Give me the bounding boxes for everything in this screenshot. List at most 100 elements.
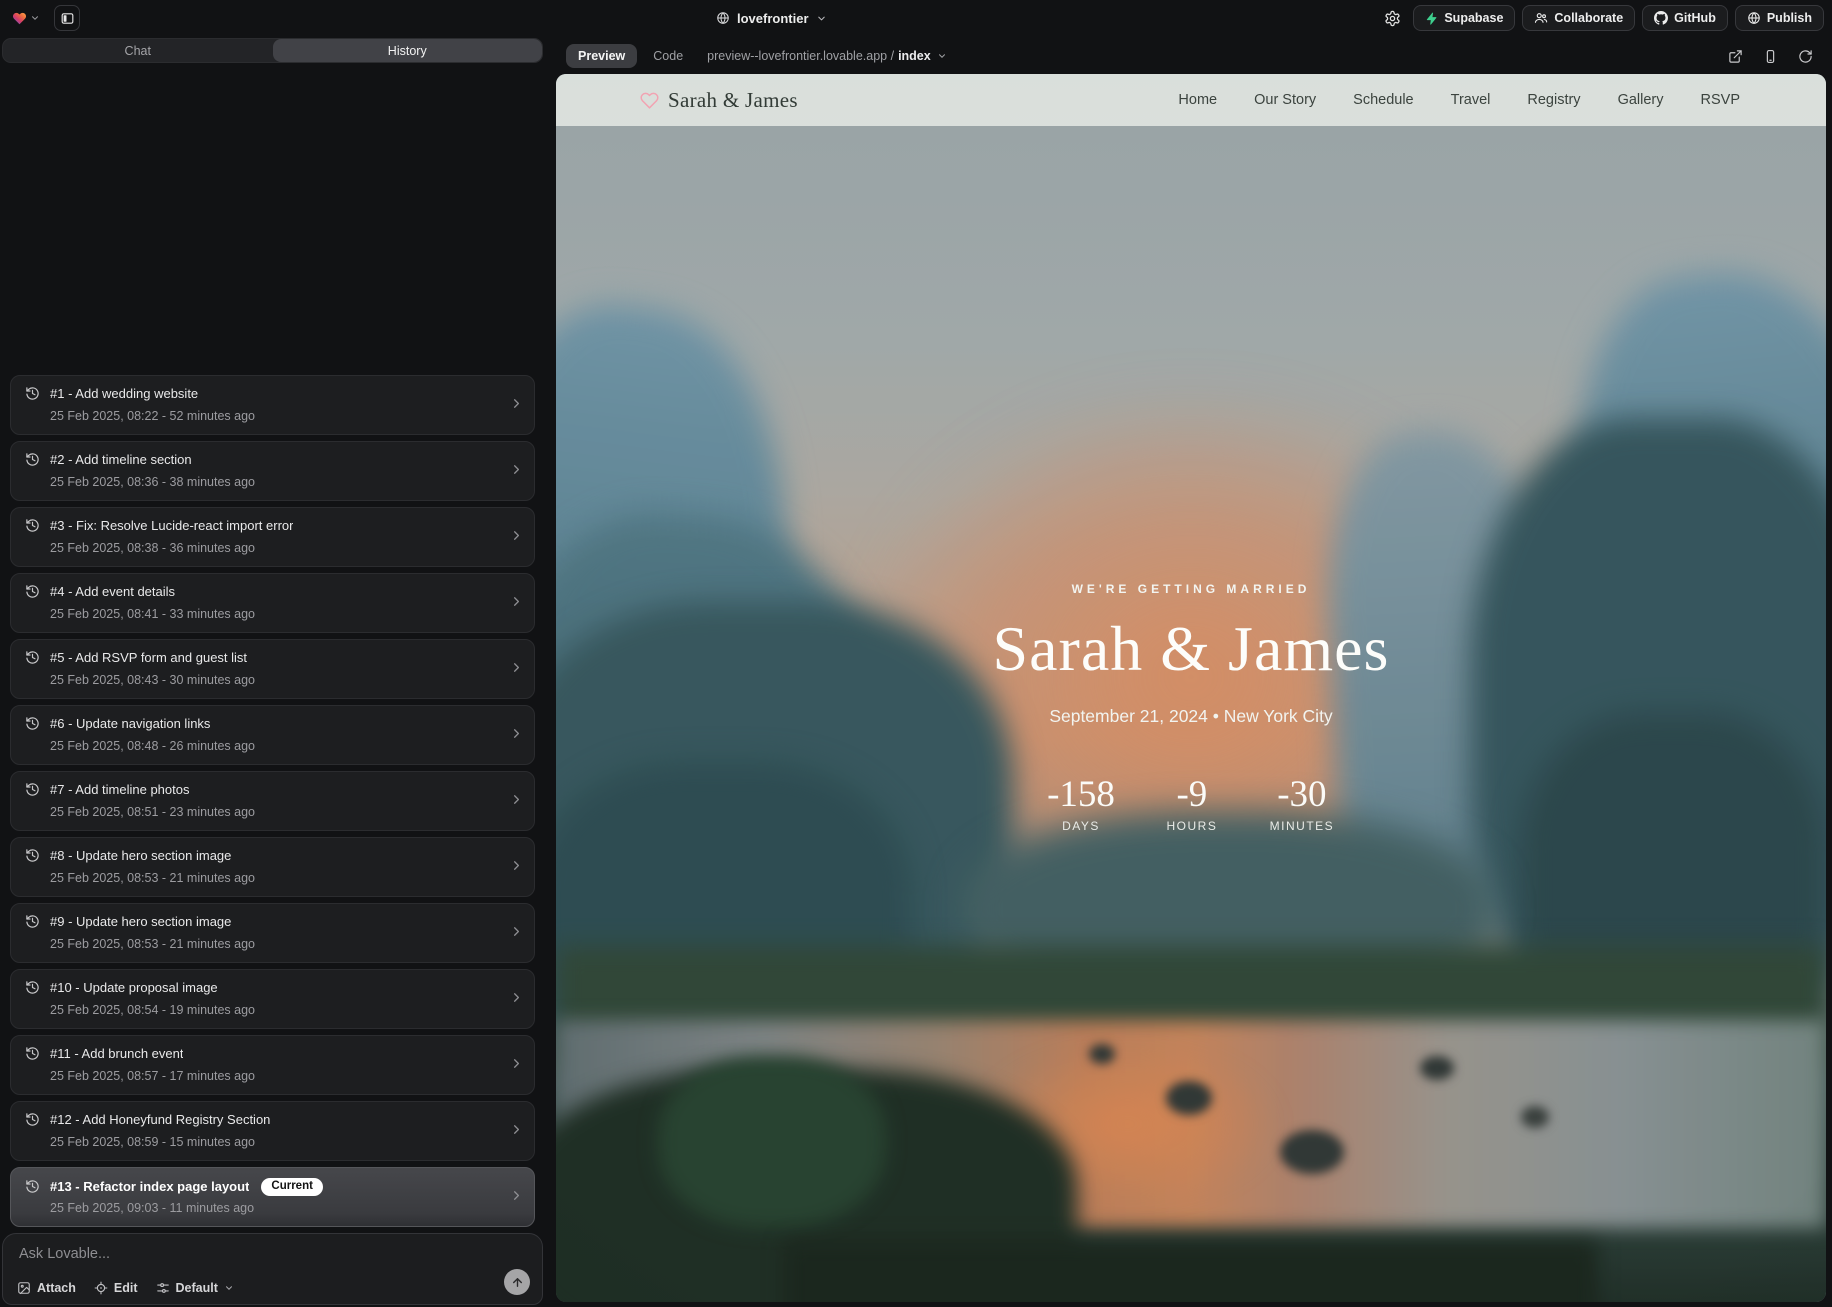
target-icon: [94, 1281, 108, 1295]
panel-left-icon: [60, 11, 75, 26]
history-item[interactable]: #2 - Add timeline section 25 Feb 2025, 0…: [10, 441, 535, 501]
history-item-timestamp: 25 Feb 2025, 08:48 - 26 minutes ago: [50, 739, 255, 753]
history-item[interactable]: #1 - Add wedding website 25 Feb 2025, 08…: [10, 375, 535, 435]
hero-date-location: September 21, 2024 • New York City: [556, 706, 1826, 727]
mode-selector[interactable]: Default: [156, 1281, 234, 1295]
sidebar-toggle-button[interactable]: [54, 5, 80, 31]
history-item[interactable]: #11 - Add brunch event 25 Feb 2025, 08:5…: [10, 1035, 535, 1095]
chat-input[interactable]: [19, 1246, 482, 1262]
attach-button[interactable]: Attach: [17, 1281, 76, 1295]
history-item-title: #2 - Add timeline section: [50, 452, 192, 467]
countdown-label: MINUTES: [1269, 819, 1335, 833]
history-item-title: #5 - Add RSVP form and guest list: [50, 650, 247, 665]
edit-mode-button[interactable]: Edit: [94, 1281, 138, 1295]
chevron-right-icon: [509, 462, 524, 477]
history-item-title: #9 - Update hero section image: [50, 914, 231, 929]
github-button-label: GitHub: [1674, 11, 1716, 25]
users-icon: [1534, 11, 1548, 25]
history-icon: [25, 518, 40, 533]
chevron-right-icon: [509, 990, 524, 1005]
edit-button-label: Edit: [114, 1281, 138, 1295]
chevron-down-icon: [224, 1283, 234, 1293]
lovable-heart-logo-icon: [12, 11, 27, 26]
countdown-unit: -158 DAYS: [1047, 773, 1115, 833]
lovable-logo-menu[interactable]: [12, 11, 40, 26]
current-badge: Current: [261, 1178, 323, 1196]
history-item[interactable]: #12 - Add Honeyfund Registry Section 25 …: [10, 1101, 535, 1161]
project-switcher[interactable]: lovefrontier: [716, 0, 827, 36]
chevron-right-icon: [509, 1188, 524, 1203]
history-icon: [25, 914, 40, 929]
tab-history[interactable]: History: [273, 39, 543, 62]
history-item[interactable]: #5 - Add RSVP form and guest list 25 Feb…: [10, 639, 535, 699]
history-icon: [25, 584, 40, 599]
history-item-title: #8 - Update hero section image: [50, 848, 231, 863]
history-item-timestamp: 25 Feb 2025, 08:41 - 33 minutes ago: [50, 607, 255, 621]
publish-button[interactable]: Publish: [1735, 5, 1824, 31]
history-icon: [25, 1179, 40, 1194]
settings-button[interactable]: [1378, 4, 1406, 32]
history-item[interactable]: #10 - Update proposal image 25 Feb 2025,…: [10, 969, 535, 1029]
history-item[interactable]: #4 - Add event details 25 Feb 2025, 08:4…: [10, 573, 535, 633]
history-item[interactable]: #8 - Update hero section image 25 Feb 20…: [10, 837, 535, 897]
history-icon: [25, 650, 40, 665]
supabase-button-label: Supabase: [1444, 11, 1503, 25]
open-in-new-tab-button[interactable]: [1722, 43, 1748, 69]
history-item-title: #13 - Refactor index page layout: [50, 1179, 249, 1194]
history-icon: [25, 716, 40, 731]
tab-chat[interactable]: Chat: [3, 39, 273, 62]
mobile-view-button[interactable]: [1757, 43, 1783, 69]
refresh-button[interactable]: [1792, 43, 1818, 69]
chevron-right-icon: [509, 528, 524, 543]
supabase-button[interactable]: Supabase: [1413, 5, 1515, 31]
site-nav-link-registry[interactable]: Registry: [1527, 92, 1580, 108]
history-item-title: #7 - Add timeline photos: [50, 782, 189, 797]
history-item[interactable]: #13 - Refactor index page layout Current…: [10, 1167, 535, 1227]
site-nav-link-our-story[interactable]: Our Story: [1254, 92, 1316, 108]
site-nav-link-home[interactable]: Home: [1178, 92, 1217, 108]
history-item-title: #10 - Update proposal image: [50, 980, 218, 995]
collaborate-button-label: Collaborate: [1554, 11, 1623, 25]
smartphone-icon: [1763, 49, 1778, 64]
history-item-timestamp: 25 Feb 2025, 08:38 - 36 minutes ago: [50, 541, 255, 555]
site-nav-link-travel[interactable]: Travel: [1451, 92, 1491, 108]
preview-toolbar: Preview Code preview--lovefrontier.lovab…: [556, 38, 1826, 74]
history-item-timestamp: 25 Feb 2025, 08:54 - 19 minutes ago: [50, 1003, 255, 1017]
refresh-icon: [1798, 49, 1813, 64]
history-list: #1 - Add wedding website 25 Feb 2025, 08…: [10, 375, 535, 1227]
history-item-title: #11 - Add brunch event: [50, 1046, 183, 1061]
chat-composer: Attach Edit Default: [2, 1233, 543, 1305]
site-preview: Sarah & James Home Our Story Schedule Trave…: [556, 74, 1826, 1302]
collaborate-button[interactable]: Collaborate: [1522, 5, 1635, 31]
history-icon: [25, 848, 40, 863]
preview-url[interactable]: preview--lovefrontier.lovable.app / inde…: [707, 49, 947, 63]
hero-section: WE'RE GETTING MARRIED Sarah & James Sept…: [556, 582, 1826, 833]
site-nav-link-gallery[interactable]: Gallery: [1618, 92, 1664, 108]
chevron-right-icon: [509, 726, 524, 741]
history-item[interactable]: #7 - Add timeline photos 25 Feb 2025, 08…: [10, 771, 535, 831]
hero-eyebrow: WE'RE GETTING MARRIED: [556, 582, 1826, 596]
chevron-down-icon: [937, 51, 947, 61]
send-button[interactable]: [504, 1269, 530, 1295]
topbar: lovefrontier Supabase: [0, 0, 1832, 36]
site-header: Sarah & James Home Our Story Schedule Trave…: [556, 74, 1826, 126]
countdown-unit: -30 MINUTES: [1269, 773, 1335, 833]
countdown-label: DAYS: [1047, 819, 1115, 833]
history-item[interactable]: #3 - Fix: Resolve Lucide-react import er…: [10, 507, 535, 567]
tab-code[interactable]: Code: [647, 44, 689, 68]
countdown: -158 DAYS -9 HOURS -30 MINUTES: [556, 773, 1826, 833]
site-nav-link-rsvp[interactable]: RSVP: [1701, 92, 1741, 108]
site-nav-link-schedule[interactable]: Schedule: [1353, 92, 1413, 108]
history-item[interactable]: #9 - Update hero section image 25 Feb 20…: [10, 903, 535, 963]
github-button[interactable]: GitHub: [1642, 5, 1728, 31]
countdown-value: -9: [1159, 773, 1225, 816]
countdown-label: HOURS: [1159, 819, 1225, 833]
history-item-timestamp: 25 Feb 2025, 08:53 - 21 minutes ago: [50, 871, 255, 885]
site-logo[interactable]: Sarah & James: [640, 88, 798, 113]
hero-title: Sarah & James: [556, 612, 1826, 686]
history-icon: [25, 782, 40, 797]
history-item[interactable]: #6 - Update navigation links 25 Feb 2025…: [10, 705, 535, 765]
tab-preview[interactable]: Preview: [566, 44, 637, 68]
history-item-timestamp: 25 Feb 2025, 08:59 - 15 minutes ago: [50, 1135, 255, 1149]
history-icon: [25, 386, 40, 401]
